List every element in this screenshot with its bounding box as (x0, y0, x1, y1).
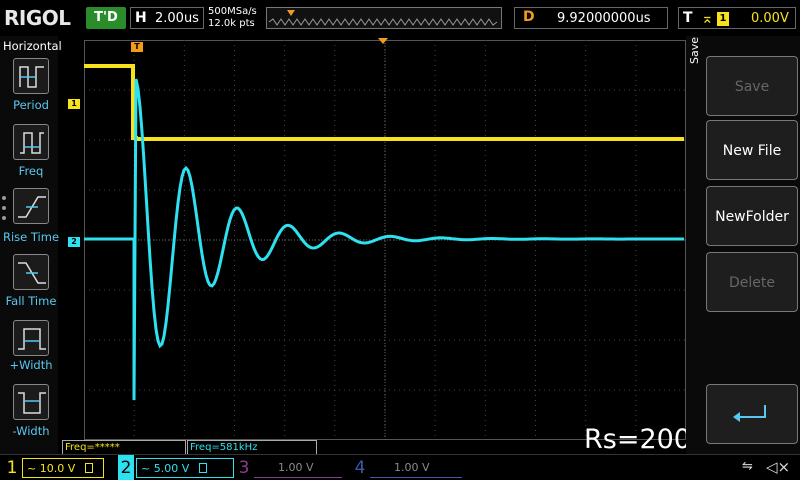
bandwidth-limit-icon (84, 463, 93, 473)
fall-time-button[interactable] (13, 254, 49, 290)
falling-edge-icon: ⌅ (701, 9, 714, 27)
delay-label: D (523, 9, 535, 25)
ch4-settings: 1.00 V (370, 458, 462, 478)
delete-button[interactable]: Delete (706, 252, 798, 312)
ch2-scale: 5.00 V (153, 462, 190, 475)
ch2-offset-marker[interactable]: 2 (68, 237, 80, 247)
freq-button[interactable] (13, 124, 49, 160)
channel-status-bar: 1 ~ 10.0 V 2 ~ 5.00 V 3 1.00 V 4 1.00 V … (0, 454, 800, 480)
ch3-settings: 1.00 V (254, 458, 342, 478)
usb-icon: ⇋ (742, 459, 753, 474)
fall-time-label: Fall Time (5, 294, 57, 308)
ch1-scale: 10.0 V (39, 462, 76, 475)
memory-overview-icon (268, 10, 498, 26)
ch3-number: 3 (238, 458, 250, 478)
period-icon (19, 66, 44, 88)
ch2-settings: ~ 5.00 V (136, 458, 234, 478)
new-file-button[interactable]: New File (706, 120, 798, 180)
negative-width-button[interactable] (13, 384, 49, 420)
period-button[interactable] (13, 58, 49, 94)
memory-depth: 12.0k pts (208, 18, 255, 29)
center-marker-icon (378, 38, 388, 44)
positive-width-icon (18, 328, 46, 350)
memory-position-bar[interactable] (266, 7, 502, 29)
run-state-badge[interactable]: T'D (86, 7, 126, 29)
ch1-coupling: ~ (27, 462, 37, 475)
rise-time-button[interactable] (13, 188, 49, 224)
trigger-position-marker[interactable]: T (131, 42, 143, 52)
new-folder-button[interactable]: NewFolder (706, 186, 798, 246)
ch2-number: 2 (118, 455, 134, 480)
ch1-frequency-readout: Freq=***** (62, 440, 186, 454)
ch1-settings: ~ 10.0 V (22, 458, 104, 478)
delay-value: 9.92000000us (557, 11, 651, 26)
timebase-value: 2.00us (155, 11, 199, 26)
rise-time-icon (18, 196, 46, 218)
positive-width-label: +Width (9, 358, 53, 372)
rigol-logo: RIGOL (4, 6, 71, 30)
horizontal-label: H (135, 10, 147, 26)
menu-title: Horizontal (3, 39, 62, 53)
ch4-number: 4 (354, 458, 366, 478)
ch3-scale: 1.00 V (278, 461, 314, 474)
return-arrow-icon (733, 405, 766, 422)
freq-label: Freq (18, 164, 44, 178)
ch2-frequency-readout: Freq=581kHz (187, 440, 317, 454)
speaker-mute-icon: ◁× (766, 458, 791, 476)
sample-rate: 500MSa/s (208, 6, 257, 17)
period-label: Period (13, 98, 49, 112)
positive-width-button[interactable] (13, 320, 49, 356)
waveform-display[interactable]: Rs=200R (84, 40, 710, 455)
trigger-source-badge: 1 (717, 12, 729, 26)
return-button[interactable] (706, 384, 798, 444)
timebase-box[interactable]: H 2.00us (130, 7, 204, 29)
top-status-bar: RIGOL T'D H 2.00us 500MSa/s 12.0k pts D … (0, 0, 800, 36)
acquisition-info: 500MSa/s 12.0k pts (208, 6, 257, 30)
negative-width-label: -Width (12, 424, 50, 438)
menu-page-indicator (2, 196, 8, 226)
ch4-scale: 1.00 V (394, 461, 430, 474)
negative-width-icon (18, 392, 46, 414)
horizontal-measure-menu: Horizontal Period Freq Rise Time Fall Ti… (0, 36, 62, 454)
ch2-coupling: ~ (141, 462, 151, 475)
trigger-level: 0.00V (751, 11, 789, 26)
rise-time-label: Rise Time (2, 230, 60, 244)
graticule (84, 40, 686, 440)
ch1-number: 1 (6, 458, 18, 478)
fall-time-icon (18, 262, 46, 284)
ch1-trace (84, 64, 684, 141)
bandwidth-limit-icon (198, 463, 207, 473)
delay-box[interactable]: D 9.92000000us (514, 7, 668, 29)
ch1-offset-marker[interactable]: 1 (68, 99, 80, 109)
freq-icon (20, 132, 44, 154)
save-button[interactable]: Save (706, 56, 798, 116)
save-menu: Save Save New File NewFolder Delete (686, 36, 800, 454)
save-menu-title: Save (688, 36, 701, 64)
